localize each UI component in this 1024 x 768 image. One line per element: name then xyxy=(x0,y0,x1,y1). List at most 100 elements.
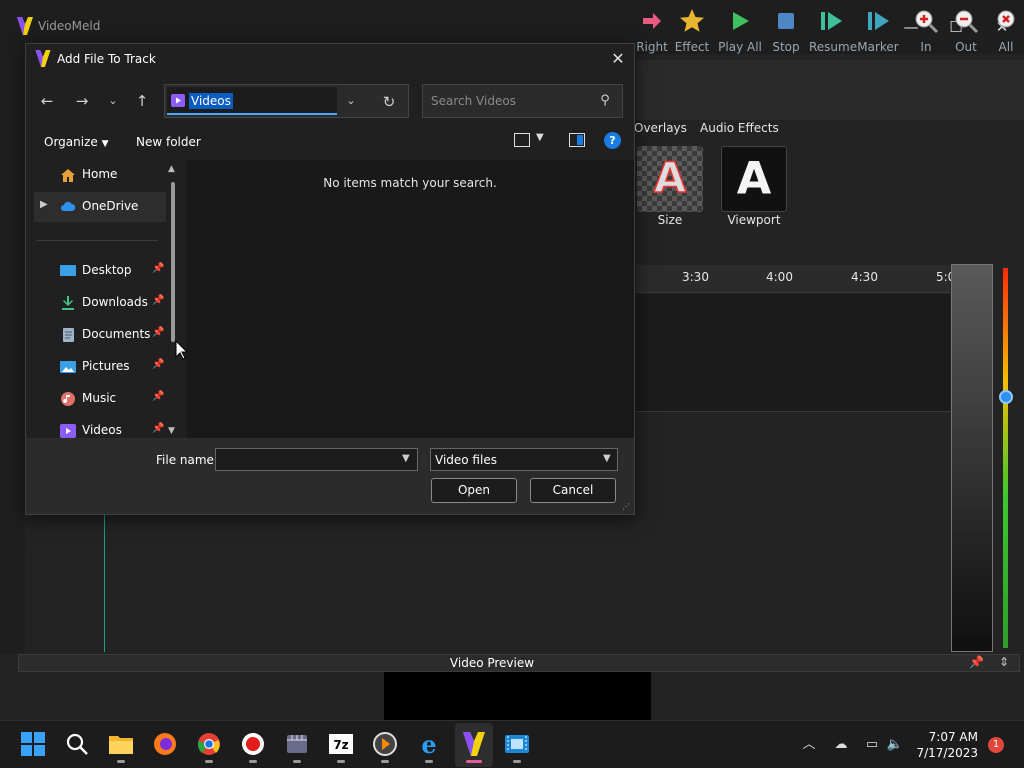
expand-chevron-icon[interactable]: ▶ xyxy=(40,199,48,210)
playhead-line[interactable] xyxy=(104,515,105,652)
effect-button[interactable]: Effect xyxy=(670,6,714,58)
nav-item-desktop[interactable]: Desktop 📌 xyxy=(34,256,166,286)
organize-button[interactable]: Organize ▼ xyxy=(44,135,109,149)
address-bar-row: ← → ⌄ ↑ Videos ⌄ ↻ Search Videos ⚲ xyxy=(26,74,634,126)
zoom-all-button[interactable]: All xyxy=(984,6,1024,58)
clock-time[interactable]: 7:07 AM xyxy=(900,730,978,744)
file-name-input[interactable]: ▼ xyxy=(215,448,418,471)
play-all-button[interactable]: Play All xyxy=(718,6,762,58)
preview-pane-icon[interactable] xyxy=(569,133,585,147)
zoom-out-button[interactable]: Out xyxy=(944,6,988,58)
main-toolbar xyxy=(636,60,1024,120)
tick-label: 3:30 xyxy=(682,270,709,284)
zoom-in-label: In xyxy=(920,40,932,54)
nav-item-music[interactable]: Music 📌 xyxy=(34,384,166,414)
nav-item-home[interactable]: Home xyxy=(34,160,166,190)
network-icon[interactable]: ▭ xyxy=(863,736,881,754)
chevron-down-icon[interactable]: ▼ xyxy=(402,453,410,464)
notification-badge[interactable]: 1 xyxy=(988,737,1004,753)
star-icon xyxy=(680,9,704,32)
marker-button[interactable]: Marker xyxy=(856,6,900,58)
tray-overflow-chevron-icon[interactable]: ︿ xyxy=(800,736,818,754)
chevron-down-icon: ▼ xyxy=(603,453,611,464)
tab-audio-effects[interactable]: Audio Effects xyxy=(700,121,779,135)
back-arrow-icon[interactable]: ← xyxy=(36,90,58,112)
zoom-in-button[interactable]: In xyxy=(904,6,948,58)
forward-arrow-icon[interactable]: → xyxy=(71,90,93,112)
right-label: Right xyxy=(636,40,668,54)
search-icon[interactable] xyxy=(64,731,90,757)
address-bar[interactable]: Videos ⌄ ↻ xyxy=(164,84,409,118)
videomeld-logo-icon xyxy=(35,50,51,67)
letter-a-icon: A xyxy=(737,153,772,205)
document-icon xyxy=(63,328,74,342)
start-icon[interactable] xyxy=(20,731,46,757)
volume-meter xyxy=(951,264,993,652)
tab-overlays[interactable]: Overlays xyxy=(634,121,687,135)
videomeld-icon[interactable] xyxy=(461,731,487,757)
pin-icon[interactable]: 📌 xyxy=(152,327,164,338)
nav-item-downloads[interactable]: Downloads 📌 xyxy=(34,288,166,318)
clock-date[interactable]: 7/17/2023 xyxy=(900,746,978,760)
view-mode-icon[interactable] xyxy=(514,133,530,147)
resize-icon[interactable]: ⇕ xyxy=(999,655,1009,669)
onedrive-tray-icon[interactable]: ☁ xyxy=(832,736,850,754)
resume-button[interactable]: Resume xyxy=(809,6,857,58)
pin-icon[interactable]: 📌 xyxy=(152,359,164,370)
recent-chevron-icon[interactable]: ⌄ xyxy=(102,90,124,112)
search-icon[interactable]: ⚲ xyxy=(595,91,615,111)
timeline-ruler[interactable]: 3:30 4:00 4:30 5:0 xyxy=(636,265,955,293)
dialog-close-button[interactable]: ✕ xyxy=(608,49,628,69)
new-folder-button[interactable]: New folder xyxy=(136,135,201,149)
volume-slider-handle[interactable] xyxy=(999,390,1013,404)
view-chevron-icon[interactable]: ▼ xyxy=(536,132,544,143)
running-indicator xyxy=(117,760,125,763)
nav-item-pictures[interactable]: Pictures 📌 xyxy=(34,352,166,382)
tick-label: 4:30 xyxy=(851,270,878,284)
refresh-icon[interactable]: ↻ xyxy=(378,91,400,113)
scroll-up-arrow-icon[interactable]: ▲ xyxy=(168,164,175,174)
download-icon xyxy=(62,296,74,310)
viewport-effect-thumbnail[interactable]: A xyxy=(721,146,787,212)
nav-item-documents[interactable]: Documents 📌 xyxy=(34,320,166,350)
nav-scrollbar-thumb[interactable] xyxy=(171,182,175,342)
resize-grip-icon[interactable]: ⋰ xyxy=(622,502,630,511)
file-type-select[interactable]: Video files ▼ xyxy=(430,448,618,471)
help-icon[interactable]: ? xyxy=(604,132,621,149)
file-list-area[interactable]: No items match your search. xyxy=(186,160,634,438)
address-input[interactable]: Videos xyxy=(167,87,337,115)
movie-maker-icon[interactable] xyxy=(504,731,530,757)
size-effect-thumbnail[interactable]: A xyxy=(637,146,703,212)
address-dropdown-chevron-icon[interactable]: ⌄ xyxy=(341,91,361,111)
media-player-icon[interactable] xyxy=(372,731,398,757)
timeline-track[interactable] xyxy=(636,294,950,412)
scroll-down-arrow-icon[interactable]: ▼ xyxy=(168,426,175,436)
firefox-icon[interactable] xyxy=(152,731,178,757)
ie-icon[interactable]: e xyxy=(416,731,442,757)
file-explorer-icon[interactable] xyxy=(108,731,134,757)
nav-label: OneDrive xyxy=(82,199,139,213)
open-button[interactable]: Open xyxy=(431,478,517,503)
volume-level-bar xyxy=(1003,268,1008,648)
stop-button[interactable]: Stop xyxy=(764,6,808,58)
pin-icon[interactable]: 📌 xyxy=(152,295,164,306)
up-arrow-icon[interactable]: ↑ xyxy=(131,90,153,112)
stop-icon xyxy=(778,13,794,29)
record-icon[interactable] xyxy=(240,731,266,757)
right-button[interactable]: Right xyxy=(630,6,674,58)
cancel-button[interactable]: Cancel xyxy=(530,478,616,503)
pin-icon[interactable]: 📌 xyxy=(969,655,984,669)
viewport-effect-label: Viewport xyxy=(727,213,781,227)
running-indicator xyxy=(425,760,433,763)
chrome-icon[interactable] xyxy=(196,731,222,757)
pin-icon[interactable]: 📌 xyxy=(152,423,164,434)
7zip-icon[interactable]: 7z xyxy=(328,731,354,757)
search-box[interactable]: Search Videos ⚲ xyxy=(422,84,623,118)
file-type-value: Video files xyxy=(435,453,497,467)
active-indicator xyxy=(466,760,482,763)
pin-icon[interactable]: 📌 xyxy=(152,263,164,274)
pin-icon[interactable]: 📌 xyxy=(152,391,164,402)
nav-item-onedrive[interactable]: ▶ OneDrive xyxy=(34,192,166,222)
nav-item-videos[interactable]: Videos 📌 xyxy=(34,416,166,438)
video-editor-icon[interactable] xyxy=(284,731,310,757)
